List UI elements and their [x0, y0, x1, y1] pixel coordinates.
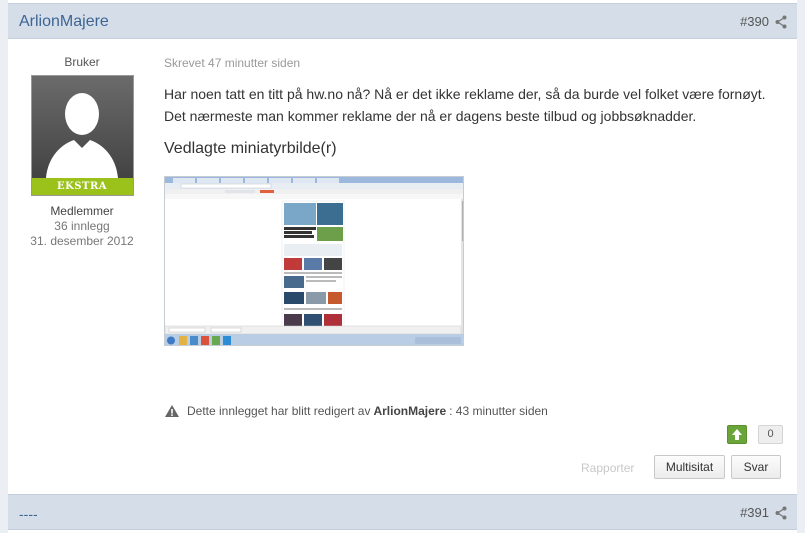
upvote-button[interactable] [727, 425, 747, 444]
user-group: Bruker [64, 55, 100, 69]
next-post-header: ---- #391 [8, 494, 797, 530]
post-number-link[interactable]: #390 [740, 14, 769, 29]
edit-notice-user[interactable]: ArlionMajere [373, 404, 446, 418]
post-body: Har noen tatt en titt på hw.no nå? Nå er… [164, 83, 784, 127]
post-author-link[interactable]: ArlionMajere [19, 13, 109, 31]
post-content: Skrevet 47 minutter siden Har noen tatt … [164, 56, 784, 346]
screenshot-thumbnail-image [165, 177, 463, 345]
join-date: 31. desember 2012 [30, 234, 134, 248]
share-icon[interactable] [775, 506, 787, 520]
reply-button[interactable]: Svar [731, 455, 781, 479]
author-info: Bruker EKSTRA Medlemmer 36 innlegg 31. d… [8, 40, 156, 248]
report-link[interactable]: Rapporter [581, 461, 634, 475]
post-body-line: Har noen tatt en titt på hw.no nå? Nå er… [164, 86, 766, 102]
edit-notice: Dette innlegget har blitt redigert av Ar… [164, 404, 548, 418]
attachments-heading: Vedlagte miniatyrbilde(r) [164, 140, 337, 157]
attachment-thumbnail[interactable] [164, 176, 464, 346]
post-number-link[interactable]: #391 [740, 505, 769, 520]
post-count: 36 innlegg [54, 219, 110, 233]
edit-notice-prefix: Dette innlegget har blitt redigert av [187, 404, 371, 418]
post-body-line: Det nærmeste man kommer reklame der nå e… [164, 108, 697, 124]
member-title: Medlemmer [50, 204, 114, 218]
rank-badge: EKSTRA [31, 178, 133, 195]
warning-icon [165, 405, 179, 417]
avatar[interactable]: EKSTRA [30, 75, 134, 196]
multiquote-button[interactable]: Multisitat [654, 455, 725, 479]
share-icon[interactable] [775, 15, 787, 29]
post-header: ArlionMajere #390 [8, 3, 797, 39]
thumbs-up-icon [732, 429, 742, 440]
post-timestamp[interactable]: Skrevet 47 minutter siden [164, 56, 784, 70]
edit-notice-time: : 43 minutter siden [449, 404, 548, 418]
reputation-count: 0 [758, 425, 783, 444]
post-author-link[interactable]: ---- [19, 506, 38, 522]
